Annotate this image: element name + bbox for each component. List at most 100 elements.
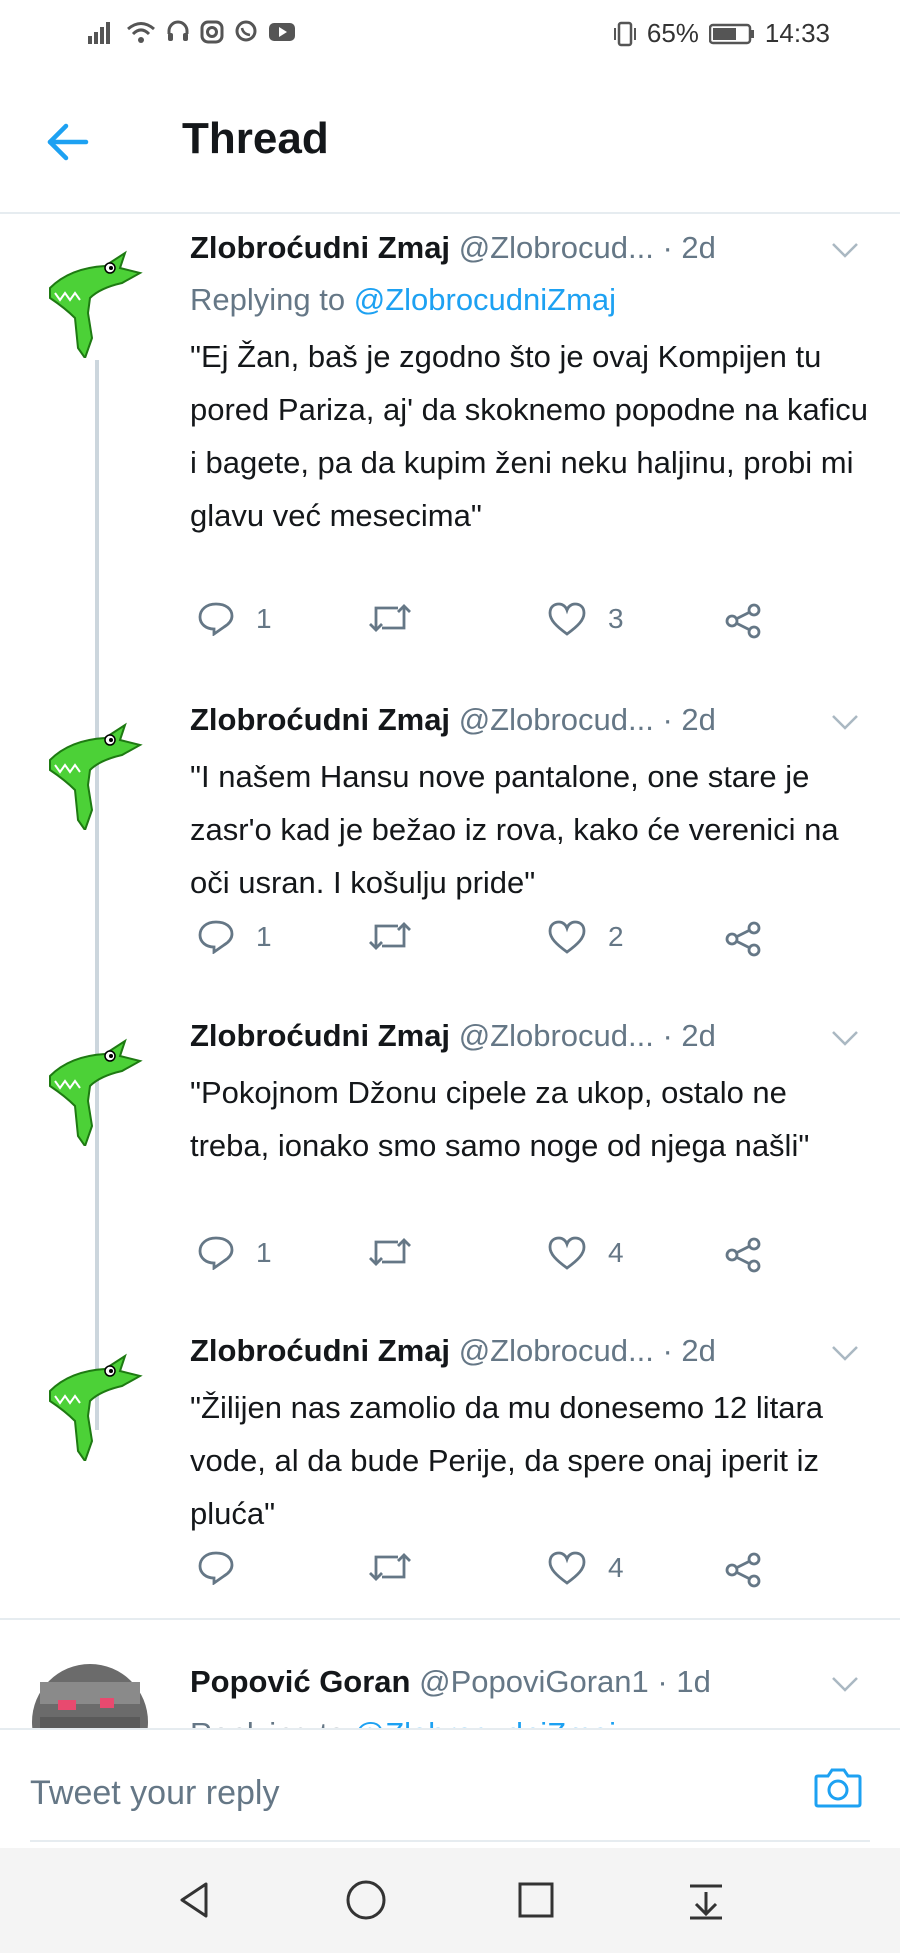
reply-icon xyxy=(198,602,234,636)
tweet-time: · 1d xyxy=(657,1664,711,1699)
status-bar: 65% 14:33 xyxy=(0,0,900,72)
wifi-icon xyxy=(127,22,155,43)
retweet-icon xyxy=(369,922,411,950)
share-action[interactable] xyxy=(724,920,762,958)
replying-handle-link[interactable]: @ZlobrocudniZmaj xyxy=(354,1716,616,1728)
tweet-time: · 2d xyxy=(662,1333,716,1368)
replying-label: Replying to xyxy=(190,282,354,317)
replying-label: Replying to xyxy=(190,1716,354,1728)
share-action[interactable] xyxy=(724,1236,762,1274)
reply-count: 1 xyxy=(256,1237,272,1268)
chevron-down-icon[interactable] xyxy=(830,1343,860,1363)
tweet[interactable]: Popović Goran @PopoviGoran1 · 1d Replyin… xyxy=(0,1638,900,1728)
back-arrow-icon[interactable] xyxy=(44,122,90,162)
tweet-actions: 1 4 xyxy=(190,1236,810,1286)
tweet-meta: Zlobroćudni Zmaj @Zlobrocud... · 2d xyxy=(190,230,716,266)
youtube-icon xyxy=(269,23,295,41)
nav-notifications-icon[interactable] xyxy=(684,1878,728,1922)
author-handle[interactable]: @Zlobrocud... xyxy=(459,1333,654,1368)
section-divider xyxy=(0,1618,900,1620)
share-action[interactable] xyxy=(724,1551,762,1589)
replying-handle-link[interactable]: @ZlobrocudniZmaj xyxy=(354,282,616,317)
chevron-down-icon[interactable] xyxy=(830,1674,860,1694)
instagram-icon xyxy=(200,20,224,44)
like-action[interactable]: 2 xyxy=(548,920,624,954)
share-icon xyxy=(725,1552,761,1588)
retweet-icon xyxy=(369,1238,411,1266)
reply-icon xyxy=(198,920,234,954)
author-handle[interactable]: @PopoviGoran1 xyxy=(419,1664,649,1699)
avatar-dragon-icon[interactable] xyxy=(30,710,150,830)
thread-connector xyxy=(95,360,99,1430)
author-name[interactable]: Popović Goran xyxy=(190,1664,410,1699)
viber-icon xyxy=(235,20,257,42)
camera-icon[interactable] xyxy=(812,1762,864,1814)
share-icon xyxy=(725,1237,761,1273)
retweet-action[interactable] xyxy=(368,1551,434,1583)
author-name[interactable]: Zlobroćudni Zmaj xyxy=(190,1018,450,1053)
tweet-text: "Žilijen nas zamolio da mu donesemo 12 l… xyxy=(190,1390,824,1531)
like-action[interactable]: 4 xyxy=(548,1236,624,1270)
reply-composer: Tweet your reply xyxy=(0,1728,900,1850)
tweet-time: · 2d xyxy=(662,702,716,737)
chevron-down-icon[interactable] xyxy=(830,712,860,732)
reply-action[interactable]: 1 xyxy=(198,920,272,954)
retweet-action[interactable] xyxy=(368,920,434,952)
retweet-action[interactable] xyxy=(368,1236,434,1268)
heart-icon xyxy=(548,1551,586,1585)
like-count: 2 xyxy=(608,921,624,952)
battery-percent: 65% xyxy=(646,18,699,48)
system-nav-bar xyxy=(0,1848,900,1953)
like-count: 4 xyxy=(608,1552,624,1583)
reply-icon xyxy=(198,1551,234,1585)
avatar-dragon-icon[interactable] xyxy=(30,1026,150,1146)
reply-action[interactable]: 1 xyxy=(198,602,272,636)
page-title: Thread xyxy=(182,114,329,163)
share-icon xyxy=(725,603,761,639)
chevron-down-icon[interactable] xyxy=(830,240,860,260)
replying-to: Replying to @ZlobrocudniZmaj xyxy=(190,1716,616,1728)
nav-back-icon[interactable] xyxy=(172,1878,216,1922)
share-action[interactable] xyxy=(724,602,762,640)
reply-action[interactable]: 1 xyxy=(198,1236,272,1270)
tweet-actions: 4 xyxy=(190,1551,810,1601)
author-handle[interactable]: @Zlobrocud... xyxy=(459,1018,654,1053)
author-name[interactable]: Zlobroćudni Zmaj xyxy=(190,230,450,265)
tweet-text: "I našem Hansu nove pantalone, one stare… xyxy=(190,759,839,900)
avatar-photo-icon[interactable] xyxy=(30,1662,150,1728)
headset-icon xyxy=(167,20,189,41)
like-action[interactable]: 4 xyxy=(548,1551,624,1585)
tweet-actions: 1 3 xyxy=(190,602,810,652)
author-handle[interactable]: @Zlobrocud... xyxy=(459,702,654,737)
retweet-icon xyxy=(369,604,411,632)
reply-underline xyxy=(30,1840,870,1842)
replying-to: Replying to @ZlobrocudniZmaj xyxy=(190,282,616,318)
reply-input[interactable]: Tweet your reply xyxy=(30,1774,279,1813)
chevron-down-icon[interactable] xyxy=(830,1028,860,1048)
reply-action[interactable] xyxy=(198,1551,256,1585)
thread-header: Thread xyxy=(0,72,900,214)
like-count: 3 xyxy=(608,603,624,634)
nav-recents-icon[interactable] xyxy=(514,1878,558,1922)
retweet-icon xyxy=(369,1553,411,1581)
heart-icon xyxy=(548,602,586,636)
reply-count: 1 xyxy=(256,603,272,634)
tweet-time: · 2d xyxy=(662,1018,716,1053)
tweet-meta: Popović Goran @PopoviGoran1 · 1d xyxy=(190,1664,711,1700)
clock: 14:33 xyxy=(764,18,830,48)
avatar-dragon-icon[interactable] xyxy=(30,238,150,358)
signal-icon xyxy=(88,22,110,44)
like-action[interactable]: 3 xyxy=(548,602,624,636)
reply-count: 1 xyxy=(256,921,272,952)
retweet-action[interactable] xyxy=(368,602,434,634)
author-name[interactable]: Zlobroćudni Zmaj xyxy=(190,702,450,737)
heart-icon xyxy=(548,1236,586,1270)
avatar-dragon-icon[interactable] xyxy=(30,1341,150,1461)
author-name[interactable]: Zlobroćudni Zmaj xyxy=(190,1333,450,1368)
tweet-text: "Pokojnom Džonu cipele za ukop, ostalo n… xyxy=(190,1075,810,1163)
reply-icon xyxy=(198,1236,234,1270)
tweet-meta: Zlobroćudni Zmaj @Zlobrocud... · 2d xyxy=(190,1333,716,1369)
battery-icon xyxy=(708,23,754,44)
nav-home-icon[interactable] xyxy=(344,1878,388,1922)
author-handle[interactable]: @Zlobrocud... xyxy=(459,230,654,265)
